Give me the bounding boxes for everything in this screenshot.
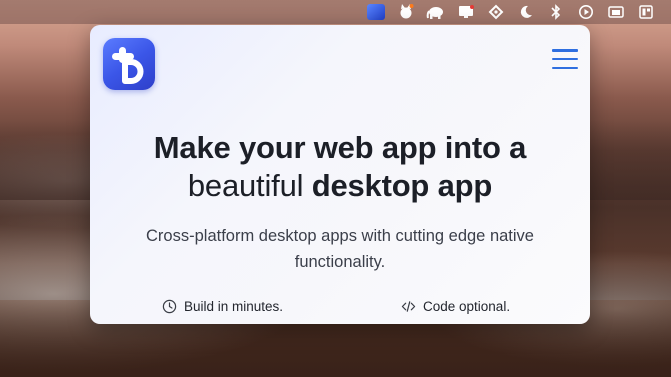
grid-icon[interactable] [631, 1, 661, 23]
feature-label: Build in minutes. [184, 299, 284, 314]
page-headline: Make your web app into a beautiful deskt… [90, 129, 590, 205]
play-icon[interactable] [571, 1, 601, 23]
headline-emphasis: desktop app [311, 168, 493, 203]
tauri-logo[interactable] [103, 38, 155, 90]
menu-bar-line [552, 57, 578, 61]
headline-line-2: beautiful [187, 168, 312, 203]
menu-bar-line [552, 49, 578, 52]
feature-list: Build in minutes. Code optional. [90, 299, 590, 317]
window-icon[interactable] [601, 1, 631, 23]
feature-build: Build in minutes. [162, 299, 283, 314]
page-subtitle: Cross-platform desktop apps with cutting… [146, 227, 534, 271]
moon-icon[interactable] [511, 1, 541, 23]
fox-icon[interactable] [391, 1, 421, 23]
hamburger-icon[interactable] [552, 49, 578, 69]
app-icon[interactable] [361, 1, 391, 23]
menu-bar [0, 0, 671, 24]
feature-label: Code optional. [423, 299, 511, 314]
code-icon [401, 301, 416, 312]
elephant-icon[interactable] [421, 1, 451, 23]
feature-code: Code optional. [401, 299, 510, 314]
tag-icon[interactable] [481, 1, 511, 23]
menu-bar-line [552, 66, 578, 69]
app-window: Make your web app into a beautiful deskt… [90, 25, 590, 324]
bluetooth-icon[interactable] [541, 1, 571, 23]
monitor-icon[interactable] [451, 1, 481, 23]
clock-icon [162, 299, 177, 314]
headline-line-1: Make your web app into a [153, 130, 527, 165]
